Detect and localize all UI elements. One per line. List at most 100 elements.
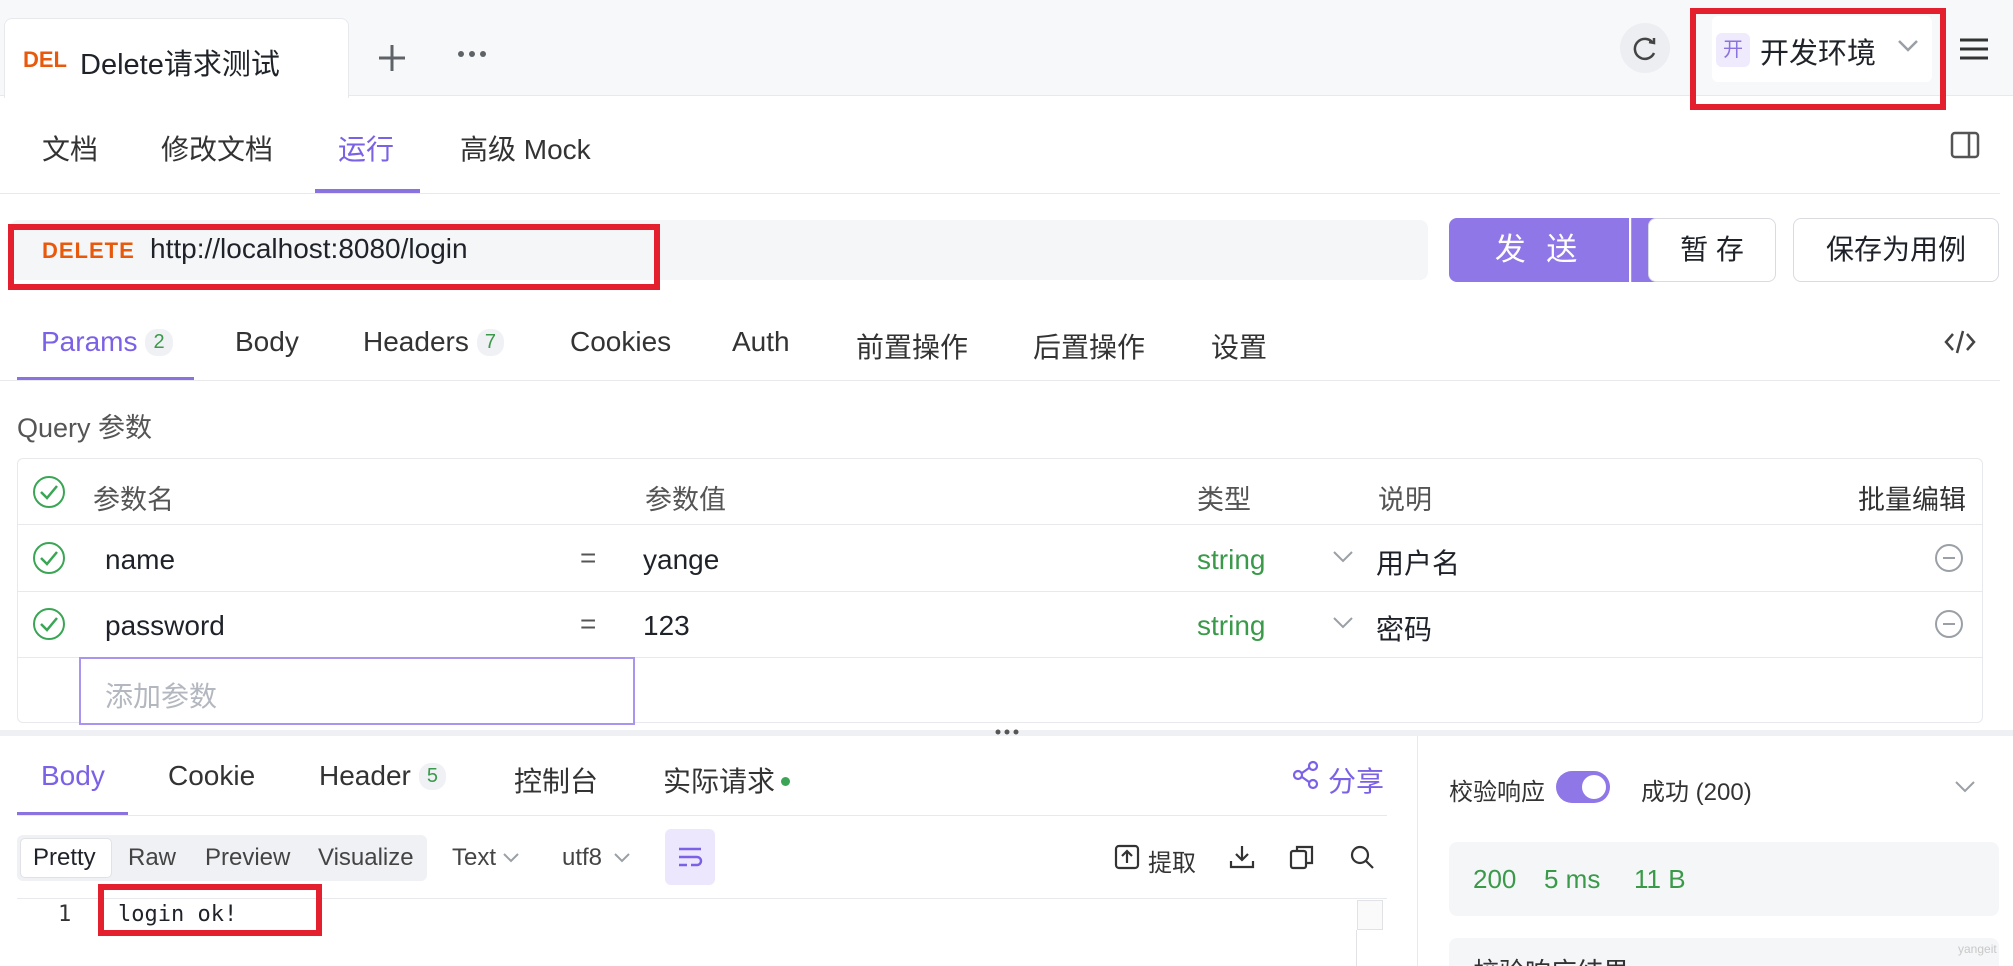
divider [0, 380, 2000, 381]
encoding-select[interactable]: utf8 [562, 844, 602, 872]
extract-button[interactable]: 提取 [1148, 843, 1196, 878]
equals-sign: = [580, 608, 597, 639]
status-dot [781, 777, 791, 786]
tab-settings[interactable]: 设置 [1211, 326, 1267, 366]
equals-sign: = [580, 542, 597, 573]
chevron-down-icon [1898, 40, 1918, 52]
check-icon [40, 551, 58, 566]
view-mode-pretty[interactable]: Pretty [33, 844, 96, 872]
request-tab-title: Delete请求测试 [80, 49, 280, 81]
more-icon[interactable] [456, 48, 488, 60]
resp-tab-console[interactable]: 控制台 [514, 760, 598, 800]
row-checkbox[interactable] [33, 608, 65, 640]
divider [17, 815, 1387, 816]
param-value-cell[interactable]: 123 [643, 610, 690, 642]
save-draft-button[interactable]: 暂 存 [1648, 218, 1776, 282]
word-wrap-button[interactable] [665, 829, 715, 885]
extract-icon[interactable] [1114, 844, 1140, 870]
select-all-checkbox[interactable] [33, 476, 65, 508]
format-type-select[interactable]: Text [452, 844, 496, 872]
share-button[interactable]: 分享 [1328, 760, 1384, 800]
tab-headers[interactable]: Headers 7 [363, 326, 504, 358]
response-time: 5 ms [1544, 864, 1601, 894]
headers-count-badge: 7 [476, 329, 504, 356]
tab-post-actions[interactable]: 后置操作 [1033, 326, 1145, 366]
view-mode-visualize[interactable]: Visualize [318, 844, 414, 872]
add-tab-icon[interactable] [376, 42, 408, 74]
param-desc-cell[interactable]: 用户名 [1376, 542, 1460, 582]
tab-params[interactable]: Params 2 [41, 326, 173, 358]
add-param-placeholder: 添加参数 [105, 681, 218, 712]
remove-row-icon[interactable] [1935, 610, 1963, 638]
url-input[interactable]: http://localhost:8080/login [150, 233, 468, 265]
search-icon[interactable] [1348, 843, 1376, 871]
validation-result-box: 校验响应结果 [1449, 938, 1999, 966]
row-divider [18, 524, 1982, 525]
validate-label: 校验响应 [1449, 779, 1545, 806]
validate-toggle[interactable] [1556, 771, 1610, 803]
copy-icon[interactable] [1288, 843, 1316, 871]
add-param-input[interactable]: 添加参数 [79, 657, 635, 725]
chevron-down-icon [614, 853, 630, 863]
resp-tab-cookie[interactable]: Cookie [168, 760, 255, 792]
row-checkbox[interactable] [33, 542, 65, 574]
remove-row-icon[interactable] [1935, 544, 1963, 572]
param-desc-cell[interactable]: 密码 [1376, 608, 1432, 648]
col-header-type: 类型 [1197, 485, 1251, 515]
tab-cookies[interactable]: Cookies [570, 326, 671, 358]
env-name: 开发环境 [1760, 38, 1877, 70]
tab-auth[interactable]: Auth [732, 326, 790, 358]
query-params-label: Query 参数 [17, 413, 153, 443]
download-icon[interactable] [1228, 843, 1256, 871]
save-as-case-button[interactable]: 保存为用例 [1793, 218, 1999, 282]
panel-toggle-icon[interactable] [1950, 130, 1980, 160]
chevron-down-icon[interactable] [1954, 780, 1976, 794]
bulk-edit-button[interactable]: 批量编辑 [1858, 478, 1966, 517]
send-button[interactable]: 发 送 [1449, 218, 1629, 282]
param-type-select[interactable]: string [1197, 544, 1265, 576]
chevron-down-icon [1333, 617, 1353, 629]
param-name-cell[interactable]: password [105, 610, 225, 642]
params-count-badge: 2 [145, 329, 173, 356]
tab-doc[interactable]: 文档 [42, 128, 98, 168]
param-type-select[interactable]: string [1197, 610, 1265, 642]
request-tab[interactable]: DEL Delete请求测试 [4, 18, 349, 98]
code-icon[interactable] [1944, 328, 1976, 356]
menu-icon[interactable] [1958, 36, 1990, 62]
method-select[interactable]: DELETE [42, 238, 135, 264]
tab-edit-doc[interactable]: 修改文档 [161, 128, 273, 168]
wrap-icon [679, 847, 703, 867]
param-name-cell[interactable]: name [105, 544, 175, 576]
resp-tab-actual-request[interactable]: 实际请求 [663, 760, 791, 800]
view-mode-raw[interactable]: Raw [128, 844, 176, 872]
col-header-desc: 说明 [1378, 485, 1432, 515]
tab-run[interactable]: 运行 [338, 128, 394, 168]
resp-header-count-badge: 5 [418, 763, 446, 790]
check-icon [40, 617, 58, 632]
tab-pre-actions[interactable]: 前置操作 [856, 326, 968, 366]
response-size: 11 B [1634, 864, 1686, 894]
col-header-name: 参数名 [93, 485, 174, 515]
chevron-down-icon [1333, 551, 1353, 563]
share-icon[interactable] [1292, 760, 1320, 790]
refresh-button[interactable] [1620, 23, 1670, 73]
status-code: 200 [1473, 864, 1517, 894]
tab-body[interactable]: Body [235, 326, 299, 358]
param-value-cell[interactable]: yange [643, 544, 719, 576]
drag-handle-icon[interactable] [994, 728, 1020, 736]
refresh-icon [1633, 37, 1656, 61]
line-number: 1 [58, 902, 72, 927]
env-badge: 开 [1716, 33, 1750, 67]
validate-result: 成功 (200) [1641, 779, 1752, 806]
view-mode-preview[interactable]: Preview [205, 844, 290, 872]
row-divider [18, 591, 1982, 592]
watermark: yangeit [1958, 942, 1997, 956]
code-divider [1356, 930, 1357, 966]
scrollbar[interactable] [1357, 900, 1383, 930]
response-text: login ok! [118, 902, 238, 927]
check-icon [40, 485, 58, 500]
tab-mock[interactable]: 高级 Mock [460, 128, 591, 168]
validation-result-title: 校验响应结果 [1473, 952, 1629, 966]
resp-tab-header[interactable]: Header 5 [319, 760, 446, 792]
resp-tab-body[interactable]: Body [41, 760, 105, 792]
